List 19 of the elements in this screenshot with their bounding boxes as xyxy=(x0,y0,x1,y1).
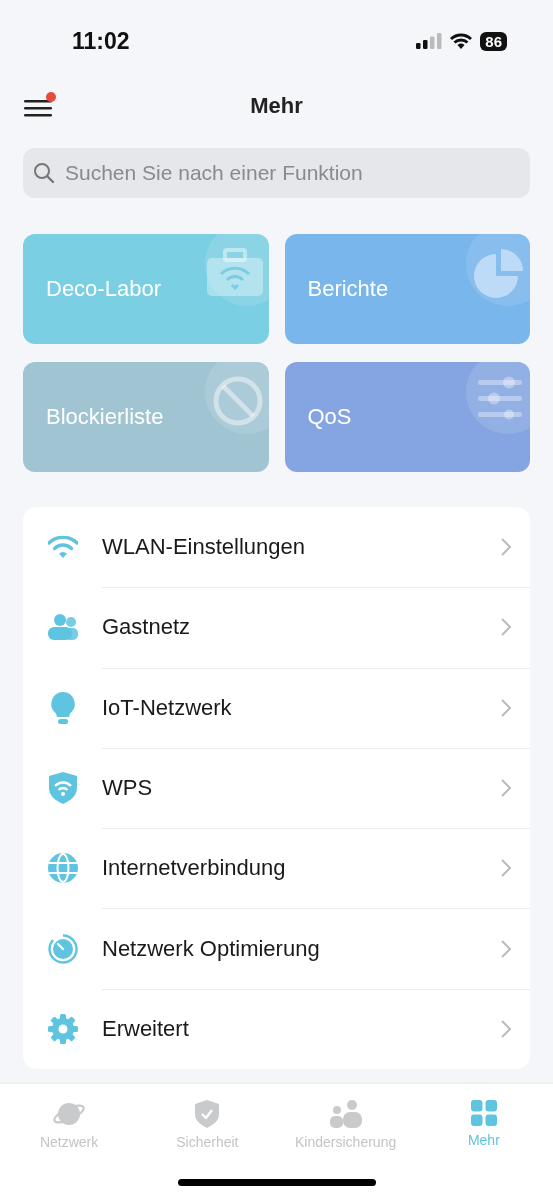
tab-item[interactable]: Mehr xyxy=(414,1100,553,1149)
settings-row[interactable]: Netzwerk Optimierung xyxy=(23,908,530,989)
feature-tile[interactable]: QoS xyxy=(284,362,530,472)
feature-tile[interactable]: Berichte xyxy=(284,234,530,344)
settings-row[interactable]: Gastnetz xyxy=(23,587,530,668)
tab-item[interactable]: Sicherheit xyxy=(138,1100,277,1151)
tab-item[interactable]: Netzwerk xyxy=(0,1100,139,1151)
settings-row[interactable]: IoT-Netzwerk xyxy=(23,667,530,748)
search-field[interactable]: Suchen Sie nach einer Funktion xyxy=(23,148,530,198)
tab-item[interactable]: Kindersicherung xyxy=(276,1100,415,1151)
settings-row[interactable]: WPS xyxy=(23,747,530,829)
settings-row[interactable]: Internetverbindung xyxy=(23,828,530,909)
status-time: 11:02 xyxy=(72,27,130,55)
battery-indicator: 86 xyxy=(480,31,507,51)
settings-row[interactable]: Erweitert xyxy=(23,988,530,1070)
page-title: Mehr xyxy=(250,93,303,119)
settings-row[interactable]: WLAN-Einstellungen xyxy=(23,507,530,588)
feature-tile[interactable]: Blockierliste xyxy=(23,362,269,472)
feature-tile[interactable]: Deco-Labor xyxy=(23,234,269,344)
